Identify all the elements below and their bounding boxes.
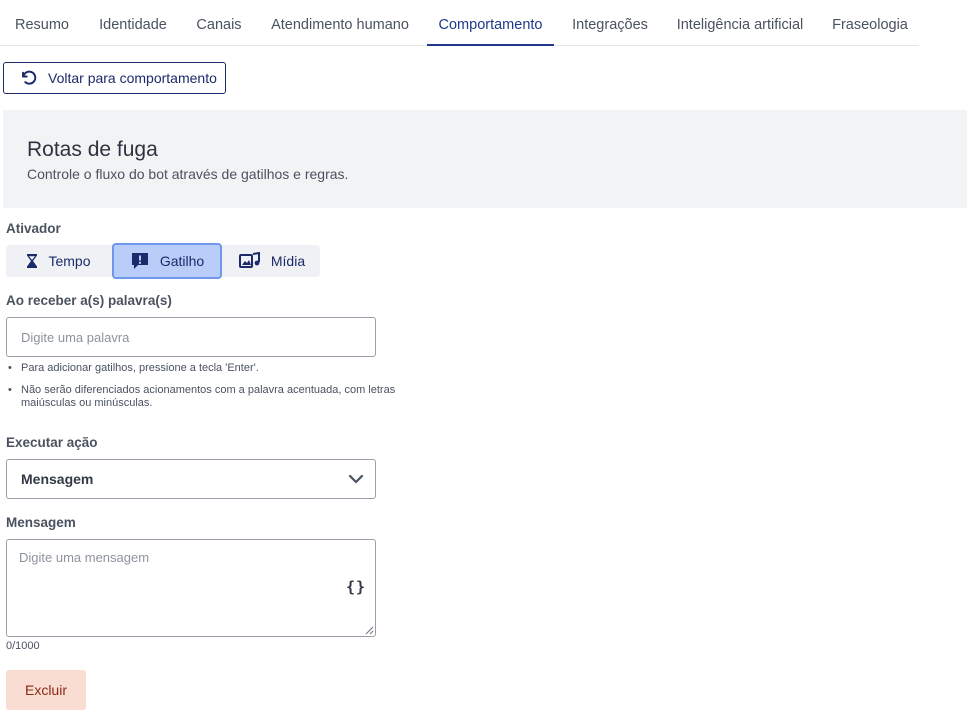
hourglass-icon (27, 254, 38, 268)
back-to-behavior-button[interactable]: Voltar para comportamento (3, 62, 226, 94)
alert-chat-icon (131, 253, 148, 269)
undo-icon (22, 70, 37, 85)
back-button-label: Voltar para comportamento (48, 70, 217, 86)
activator-option-label: Tempo (48, 253, 91, 269)
tab-canais[interactable]: Canais (187, 0, 251, 46)
tab-resumo[interactable]: Resumo (3, 0, 81, 46)
message-label: Mensagem (6, 515, 76, 530)
page-subtitle: Controle o fluxo do bot através de gatil… (27, 166, 349, 182)
activator-option-gatilho[interactable]: Gatilho (112, 243, 222, 279)
trigger-hints: Para adicionar gatilhos, pressione a tec… (6, 362, 406, 419)
tab-comportamento[interactable]: Comportamento (427, 0, 554, 46)
activator-option-label: Mídia (270, 253, 306, 269)
trigger-words-label: Ao receber a(s) palavra(s) (6, 293, 172, 308)
hint-item: Para adicionar gatilhos, pressione a tec… (6, 362, 406, 375)
action-select-value: Mensagem (21, 471, 94, 487)
tab-fraseologia[interactable]: Fraseologia (822, 0, 918, 46)
message-textarea[interactable] (6, 539, 376, 637)
page-title: Rotas de fuga (27, 138, 158, 161)
hint-item: Não serão diferenciados acionamentos com… (6, 384, 406, 410)
tab-inteligencia-artificial[interactable]: Inteligência artificial (666, 0, 814, 46)
execute-action-label: Executar ação (6, 435, 98, 450)
delete-button[interactable]: Excluir (6, 670, 86, 710)
media-icon (238, 252, 260, 268)
activator-option-label: Gatilho (159, 253, 205, 269)
tab-integracoes[interactable]: Integrações (562, 0, 658, 46)
curly-braces-icon[interactable]: {} (346, 578, 366, 596)
chevron-down-icon (348, 474, 364, 484)
trigger-word-input[interactable] (6, 317, 376, 357)
tab-atendimento-humano[interactable]: Atendimento humano (261, 0, 419, 46)
activator-option-midia[interactable]: Mídia (224, 245, 320, 277)
activator-option-tempo[interactable]: Tempo (6, 245, 111, 277)
character-counter: 0/1000 (6, 640, 40, 652)
page-header-banner: Rotas de fuga Controle o fluxo do bot at… (3, 110, 967, 208)
activator-segmented-control: Tempo Gatilho Mídia (6, 243, 320, 279)
tab-bar: Resumo Identidade Canais Atendimento hum… (0, 0, 919, 46)
resize-handle-icon[interactable] (364, 625, 374, 635)
action-select[interactable]: Mensagem (6, 459, 376, 499)
tab-identidade[interactable]: Identidade (89, 0, 177, 46)
activator-label: Ativador (6, 221, 61, 236)
